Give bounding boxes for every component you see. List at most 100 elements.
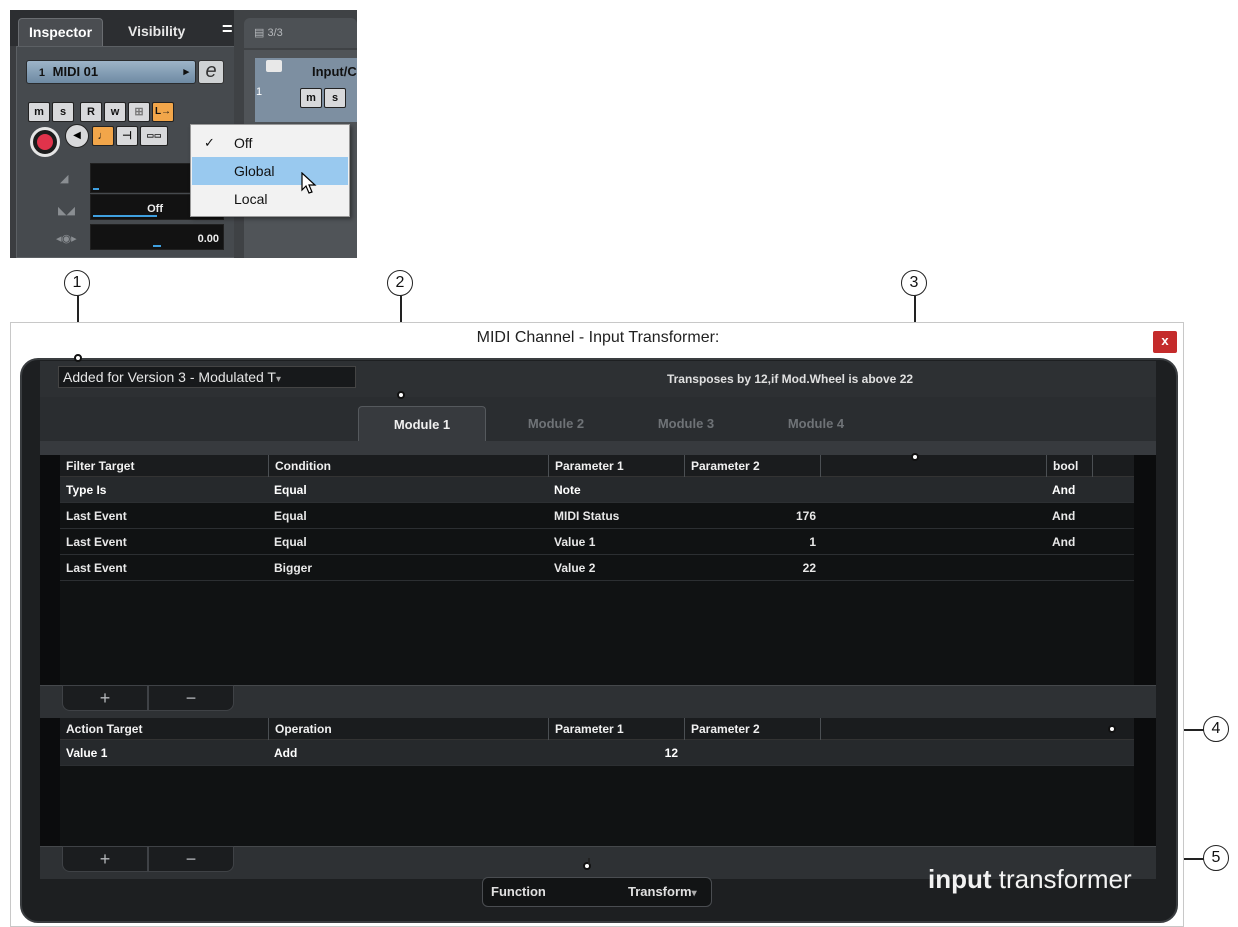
cell-bool[interactable]: And	[1052, 477, 1075, 503]
track-list-icon: ▤	[254, 27, 268, 39]
record-enable-button[interactable]	[30, 127, 60, 157]
tab-module-4[interactable]: Module 4	[752, 406, 880, 442]
add-filter-button[interactable]: +	[62, 685, 148, 711]
right-margin-2	[1134, 718, 1156, 846]
monitor-button[interactable]: ◀	[65, 124, 89, 148]
column-action-target[interactable]: Action Target	[60, 718, 268, 740]
tab-module-2[interactable]: Module 2	[492, 406, 620, 442]
close-button[interactable]: x	[1153, 331, 1177, 353]
menu-item-off[interactable]: ✓ Off	[192, 129, 348, 157]
remove-action-button[interactable]: −	[148, 846, 234, 872]
module-strip	[40, 441, 1156, 455]
tab-module-3[interactable]: Module 3	[622, 406, 750, 442]
track-list-number: 1	[256, 86, 263, 98]
table-row[interactable]: Last Event Equal Value 1 1 And	[60, 529, 1134, 555]
column-filter-target[interactable]: Filter Target	[60, 455, 268, 477]
table-row[interactable]: Value 1 Add 12	[60, 740, 1134, 766]
cell-filter-target[interactable]: Last Event	[66, 529, 127, 555]
function-label: Function	[491, 884, 546, 899]
lanes-button[interactable]: ▭▭	[140, 126, 168, 146]
cell-condition[interactable]: Equal	[274, 477, 307, 503]
read-automation-button[interactable]: R	[80, 102, 102, 122]
timebase-button[interactable]: ♩	[92, 126, 114, 146]
table-row[interactable]: Last Event Equal MIDI Status 176 And	[60, 503, 1134, 529]
function-value[interactable]: Transform▾	[628, 884, 697, 899]
callout-1-dot	[74, 354, 82, 362]
mouse-cursor-icon	[301, 172, 317, 194]
cell-parameter-1[interactable]: 12	[554, 740, 678, 766]
right-margin	[1134, 455, 1156, 685]
preset-description: Transposes by 12,if Mod.Wheel is above 2…	[666, 372, 914, 386]
input-transformer-button[interactable]: L→	[152, 102, 174, 122]
edit-instrument-button[interactable]: e	[198, 60, 224, 84]
callout-2: 2	[387, 270, 413, 296]
track-name-field[interactable]: 1 MIDI 01 ▸	[26, 60, 196, 84]
table-row[interactable]: Last Event Bigger Value 2 22	[60, 555, 1134, 581]
tab-inspector[interactable]: Inspector	[18, 18, 104, 46]
left-margin-2	[40, 718, 60, 846]
cell-bool[interactable]: And	[1052, 529, 1075, 555]
cell-parameter-2[interactable]: 22	[690, 555, 816, 581]
cell-parameter-1[interactable]: Value 2	[554, 555, 595, 581]
filter-table-header: Filter Target Condition Parameter 1 Para…	[60, 455, 1134, 477]
column-operation[interactable]: Operation	[268, 718, 548, 740]
column-parameter-2[interactable]: Parameter 2	[684, 718, 820, 740]
menu-item-global[interactable]: Global	[192, 157, 348, 185]
callout-5-dot	[583, 862, 591, 870]
cell-action-target[interactable]: Value 1	[66, 740, 107, 766]
grid-button[interactable]: ⊞	[128, 102, 150, 122]
cell-parameter-1[interactable]: MIDI Status	[554, 503, 619, 529]
cell-parameter-2[interactable]: 176	[690, 503, 816, 529]
cell-bool[interactable]: And	[1052, 503, 1075, 529]
column-bool[interactable]: bool	[1046, 455, 1092, 477]
cell-condition[interactable]: Bigger	[274, 555, 312, 581]
column-parameter-1[interactable]: Parameter 1	[548, 718, 684, 740]
action-table-header: Action Target Operation Parameter 1 Para…	[60, 718, 1134, 740]
track-expand-icon: ▸	[183, 66, 189, 78]
lock-button[interactable]: ⊣	[116, 126, 138, 146]
folder-icon	[266, 60, 282, 72]
column-parameter-2[interactable]: Parameter 2	[684, 455, 820, 477]
callout-2-dot	[397, 391, 405, 399]
cell-filter-target[interactable]: Type Is	[66, 477, 106, 503]
input-transformer-mode-menu: ✓ Off Global Local	[190, 124, 350, 217]
brand-logo: input transformer	[928, 864, 1132, 894]
column-blank[interactable]	[820, 455, 1046, 477]
track-number: 1	[38, 67, 45, 79]
remove-filter-button[interactable]: −	[148, 685, 234, 711]
track-name: MIDI 01	[52, 64, 99, 79]
cell-condition[interactable]: Equal	[274, 503, 307, 529]
cell-operation[interactable]: Add	[274, 740, 297, 766]
tab-module-1[interactable]: Module 1	[358, 406, 486, 442]
column-blank	[820, 718, 1134, 740]
cell-filter-target[interactable]: Last Event	[66, 555, 127, 581]
delay-control[interactable]: 0.00	[90, 224, 224, 250]
track-list-mute[interactable]: m	[300, 88, 322, 108]
callout-5: 5	[1203, 845, 1229, 871]
pan-value: Off	[147, 203, 163, 215]
cell-parameter-2[interactable]	[690, 477, 816, 503]
preset-dropdown[interactable]: Added for Version 3 - Modulated T▾	[58, 366, 356, 388]
menu-item-local[interactable]: Local	[192, 185, 348, 213]
volume-icon: ◢	[60, 173, 69, 185]
dropdown-arrow-icon: ▾	[275, 374, 282, 385]
table-row[interactable]: Type Is Equal Note And	[60, 477, 1134, 503]
track-list-solo[interactable]: s	[324, 88, 346, 108]
window-title: MIDI Channel - Input Transformer:	[476, 329, 720, 346]
cell-parameter-1[interactable]: Value 1	[554, 529, 595, 555]
solo-button[interactable]: s	[52, 102, 74, 122]
cell-parameter-1[interactable]: Note	[554, 477, 581, 503]
pan-icon: ◣◢	[58, 205, 75, 217]
callout-4-dot	[1108, 725, 1116, 733]
cell-parameter-2[interactable]: 1	[690, 529, 816, 555]
cell-condition[interactable]: Equal	[274, 529, 307, 555]
mute-button[interactable]: m	[28, 102, 50, 122]
tab-visibility[interactable]: Visibility	[118, 18, 195, 46]
dropdown-arrow-icon: ▾	[691, 888, 697, 899]
callout-5-leader-tick	[588, 858, 590, 864]
column-condition[interactable]: Condition	[268, 455, 548, 477]
add-action-button[interactable]: +	[62, 846, 148, 872]
write-automation-button[interactable]: w	[104, 102, 126, 122]
column-parameter-1[interactable]: Parameter 1	[548, 455, 684, 477]
cell-filter-target[interactable]: Last Event	[66, 503, 127, 529]
